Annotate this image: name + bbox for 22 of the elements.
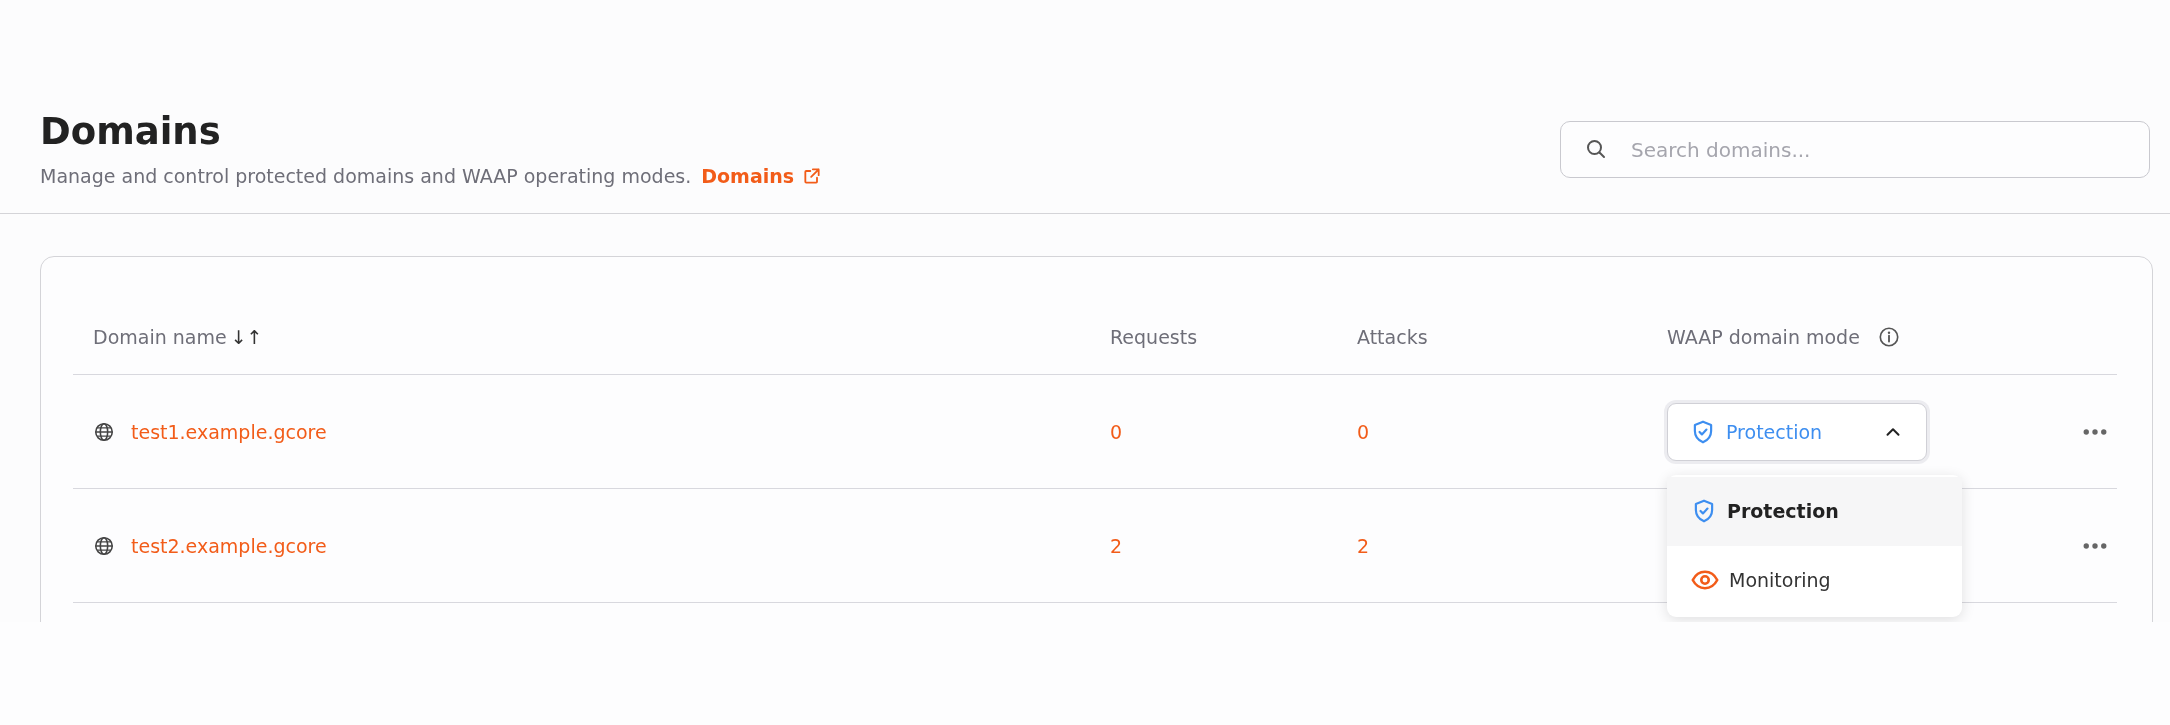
menu-item[interactable]: Protection xyxy=(1667,476,1962,546)
column-header: Requests xyxy=(1110,326,1198,348)
sort-indicator[interactable]: ↓↑ xyxy=(230,326,263,348)
requests-count: 2 xyxy=(1110,534,1123,557)
external-link-icon xyxy=(802,166,823,186)
requests-count: 0 xyxy=(1110,420,1123,443)
search-field[interactable]: Search domains... xyxy=(1560,121,2150,178)
globe-icon xyxy=(93,534,115,557)
column-header: Domain name xyxy=(93,326,227,348)
page-title: Domains xyxy=(40,109,222,155)
page-description: Manage and control protected domains and WAAP operating modes. xyxy=(40,165,692,187)
column-header: Attacks xyxy=(1357,326,1428,348)
domain-link[interactable]: test2.example.gcore xyxy=(131,534,327,557)
mode-dropdown[interactable]: Protection xyxy=(1667,402,1927,461)
info-icon xyxy=(1877,326,1900,348)
column-header: WAAP domain mode xyxy=(1667,326,1860,348)
globe-icon xyxy=(93,420,115,443)
menu-item[interactable]: Monitoring xyxy=(1667,545,1962,615)
attacks-count: 2 xyxy=(1357,534,1370,557)
attacks-count: 0 xyxy=(1357,420,1370,443)
domains-link[interactable]: Domains xyxy=(701,165,823,187)
domain-link[interactable]: test1.example.gcore xyxy=(131,420,327,443)
